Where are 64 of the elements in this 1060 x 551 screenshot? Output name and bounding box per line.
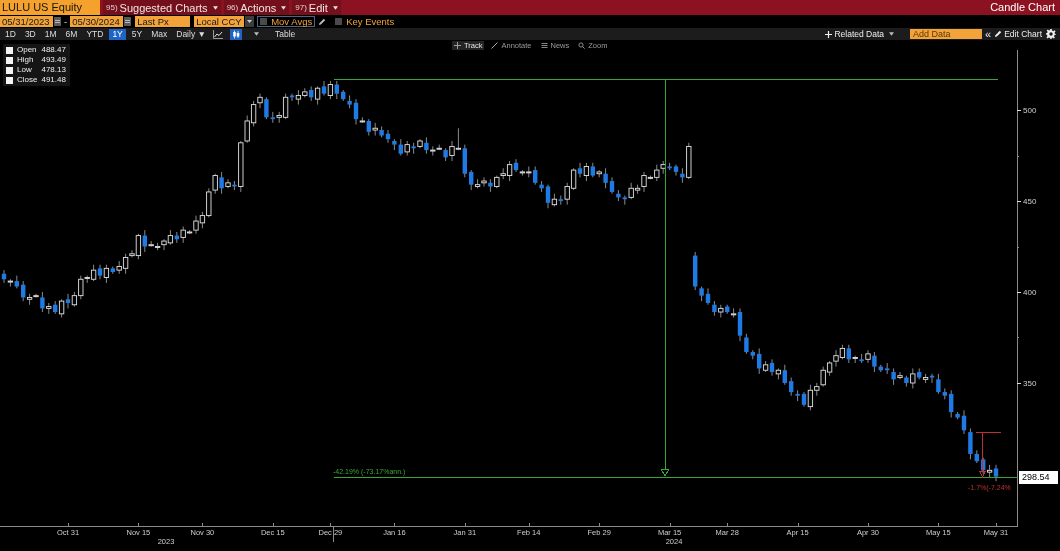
collapse-button[interactable]: « [985,28,992,40]
y-axis-label: 350 [1023,379,1037,388]
legend-swatch-icon [6,56,13,64]
legend-label: Low [17,66,33,74]
legend-value: 491.48 [41,76,66,84]
last-price-tag: 298.54 [1019,471,1058,484]
line-chart-icon[interactable] [211,28,224,40]
checkbox-option[interactable]: Mov Avgs [257,16,316,27]
calendar-icon[interactable] [124,17,132,26]
date-field[interactable]: 05/30/2024 [70,16,124,27]
checkbox-option[interactable]: Key Events [332,16,398,27]
legend-value: 478.13 [41,66,66,74]
legend-value: 493.49 [41,56,66,64]
date-field[interactable]: 05/31/2023 [0,16,53,27]
crosshair-icon [454,42,461,49]
legend-swatch-icon [6,46,13,54]
checkbox-icon[interactable] [260,18,268,25]
plus-icon [825,30,833,38]
currency-field[interactable]: Local CCY [194,16,245,27]
range-tab[interactable]: YTD [83,28,107,40]
legend-label: Open [17,46,38,54]
measure-line[interactable] [333,79,1018,478]
legend-swatch-icon [6,76,13,84]
caret-icon [281,5,287,10]
checkbox-icon[interactable] [335,18,343,25]
frequency-dropdown[interactable]: Daily ▼ [176,29,206,39]
y-axis-label: 500 [1023,106,1037,116]
dropdown-icon[interactable] [245,16,255,27]
pencil-icon [994,30,1003,38]
table-button[interactable]: Table [274,29,296,39]
y-axis-label: 450 [1023,197,1037,206]
menu-button[interactable]: 95) Suggested Charts [103,0,221,15]
legend-swatch-icon [6,66,13,74]
settings-icon[interactable] [1046,29,1056,39]
list-icon [540,42,548,49]
caret-icon [889,32,895,36]
range-tab[interactable]: 1M [41,28,60,40]
caret-icon[interactable] [253,32,259,36]
range-tab[interactable]: Max [148,28,171,40]
legend-label: Close [17,76,38,84]
caret-icon [212,5,218,10]
range-tab[interactable]: 5Y [128,28,146,40]
y-axis-label: 400 [1023,288,1037,297]
legend-label: High [17,56,35,64]
range-tab[interactable]: 1D [2,28,19,40]
magnifier-icon [578,42,586,49]
candlestick-icon[interactable] [229,28,242,40]
add-data-field[interactable]: Add Data [910,29,983,39]
date-separator: - [64,16,68,27]
range-tab[interactable]: 6M [62,28,81,40]
caret-icon [332,5,338,10]
range-tab[interactable]: 1Y [109,28,126,40]
slash-icon [491,42,499,49]
menu-button[interactable]: 96) Actions [223,0,290,15]
edit-chart-button[interactable]: Edit Chart [993,29,1042,39]
pencil-icon[interactable] [318,17,327,26]
measure-line[interactable] [975,432,1001,478]
price-source-field[interactable]: Last Px [135,16,191,27]
related-data-button[interactable]: Related Data [825,29,895,39]
legend-value: 488.47 [41,46,66,54]
menu-button[interactable]: 97) Edit [292,0,341,15]
range-tab[interactable]: 3D [21,28,39,40]
window-title: Candle Chart [989,0,1056,15]
security-field[interactable]: LULU US Equity [0,0,100,15]
